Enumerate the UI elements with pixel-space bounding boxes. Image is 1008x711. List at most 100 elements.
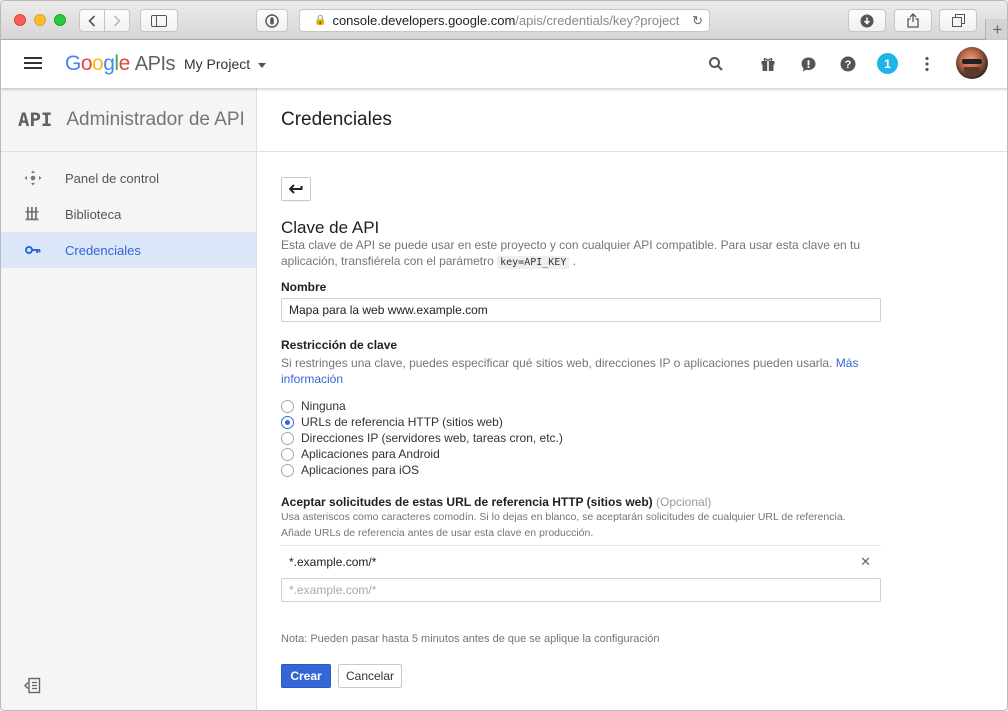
main-content: Credenciales Clave de API Esta clave de … xyxy=(257,88,1007,710)
name-field[interactable]: Mapa para la web www.example.com xyxy=(281,298,881,322)
plus-icon: + xyxy=(992,20,1003,39)
sidebar-item-credentials[interactable]: Credenciales xyxy=(1,232,256,268)
lock-icon: 🔒 xyxy=(314,15,327,26)
collapse-sidebar-icon[interactable] xyxy=(24,677,41,694)
key-icon xyxy=(24,242,42,258)
dashboard-icon xyxy=(24,170,42,186)
sidebar-toggle-button[interactable] xyxy=(140,9,178,32)
chevron-left-icon xyxy=(88,14,96,27)
download-icon xyxy=(860,14,874,27)
name-label: Nombre xyxy=(281,280,327,294)
logo-letter: e xyxy=(118,52,131,75)
arrow-back-icon xyxy=(289,184,303,194)
referrers-description: Usa asteriscos como caracteres comodín. … xyxy=(281,509,881,541)
logo-letter: o xyxy=(80,52,93,75)
radio-label: Direcciones IP (servidores web, tareas c… xyxy=(301,431,563,445)
referrers-desc-line: Añade URLs de referencia antes de usar e… xyxy=(281,527,594,539)
radio-http-referrers[interactable]: URLs de referencia HTTP (sitios web) xyxy=(281,414,503,430)
back-arrow-button[interactable] xyxy=(281,177,311,201)
downloads-button[interactable] xyxy=(848,9,886,32)
radio-button[interactable] xyxy=(281,399,294,413)
logo-letter: G xyxy=(65,52,81,75)
avatar-beard xyxy=(964,67,980,77)
more-vert-icon[interactable] xyxy=(917,54,937,74)
caret-down-icon xyxy=(258,62,267,68)
restriction-description: Si restringes una clave, puedes especifi… xyxy=(281,355,881,387)
section-description: Esta clave de API se puede usar en este … xyxy=(281,237,881,271)
radio-label: Ninguna xyxy=(301,399,346,413)
feedback-icon[interactable] xyxy=(798,54,818,74)
chevron-right-icon xyxy=(113,14,121,27)
search-icon[interactable] xyxy=(706,54,726,74)
url-host: console.developers.google.com xyxy=(332,13,516,28)
api-key-param: key=API_KEY xyxy=(497,256,570,269)
restriction-label: Restricción de clave xyxy=(281,338,398,352)
svg-text:?: ? xyxy=(845,59,852,71)
google-apis-logo[interactable]: Google APIs xyxy=(65,52,176,76)
config-note: Nota: Pueden pasar hasta 5 minutos antes… xyxy=(281,633,660,645)
share-icon xyxy=(907,13,919,28)
address-bar[interactable]: 🔒 console.developers.google.com/apis/cre… xyxy=(299,9,710,32)
gift-icon[interactable] xyxy=(758,54,778,74)
new-tab-button[interactable]: + xyxy=(985,19,1007,41)
sidebar-item-label: Biblioteca xyxy=(65,206,122,222)
description-end: . xyxy=(572,254,577,268)
sidebar: API Administrador de APIs Panel de contr… xyxy=(1,88,257,710)
radio-label: URLs de referencia HTTP (sitios web) xyxy=(301,415,503,429)
avatar[interactable] xyxy=(956,47,988,79)
radio-android-apps[interactable]: Aplicaciones para Android xyxy=(281,446,440,462)
url-path: /apis/credentials/key?project xyxy=(515,13,680,28)
new-referrer-input[interactable]: *.example.com/* xyxy=(281,578,881,602)
optional-tag: (Opcional) xyxy=(656,495,712,509)
referrers-label-text: Aceptar solicitudes de estas URL de refe… xyxy=(281,495,653,509)
reload-icon[interactable]: ↻ xyxy=(692,13,703,29)
minimize-window-button[interactable] xyxy=(34,14,46,26)
radio-button[interactable] xyxy=(281,431,294,445)
notification-badge[interactable]: 1 xyxy=(877,53,898,74)
radio-ios-apps[interactable]: Aplicaciones para iOS xyxy=(281,462,419,478)
logo-letter: o xyxy=(92,52,104,75)
radio-none[interactable]: Ninguna xyxy=(281,398,346,414)
radio-button-selected[interactable] xyxy=(281,415,294,429)
browser-window: 🔒 console.developers.google.com/apis/cre… xyxy=(0,0,1008,711)
logo-letter: g xyxy=(103,52,115,75)
radio-label: Aplicaciones para iOS xyxy=(301,463,420,477)
page-title: Credenciales xyxy=(257,88,1007,152)
privacy-report-button[interactable] xyxy=(256,9,288,32)
sidebar-title: Administrador de APIs xyxy=(66,108,244,130)
back-button[interactable] xyxy=(79,9,105,32)
sidebar-item-label: Credenciales xyxy=(65,242,141,258)
sidebar-item-library[interactable]: Biblioteca xyxy=(1,196,256,232)
forward-button[interactable] xyxy=(104,9,130,32)
radio-label: Aplicaciones para Android xyxy=(301,447,440,461)
app-header: Google APIs My Project ? 1 xyxy=(1,40,1007,88)
sidebar-item-dashboard[interactable]: Panel de control xyxy=(1,160,256,196)
referrers-desc-line: Usa asteriscos como caracteres comodín. … xyxy=(281,511,846,523)
library-icon xyxy=(24,206,42,222)
menu-icon[interactable] xyxy=(24,57,42,70)
cancel-button[interactable]: Cancelar xyxy=(338,664,402,688)
radio-ip-addresses[interactable]: Direcciones IP (servidores web, tareas c… xyxy=(281,430,563,446)
project-name: My Project xyxy=(184,56,251,72)
logo-suffix: APIs xyxy=(134,53,176,75)
sidebar-header: API Administrador de APIs xyxy=(1,88,256,152)
project-selector[interactable]: My Project xyxy=(184,56,267,72)
help-icon[interactable]: ? xyxy=(838,54,858,74)
sidebar-icon xyxy=(151,14,167,27)
api-logo-icon: API xyxy=(18,108,53,131)
tab-overview-button[interactable] xyxy=(939,9,977,32)
remove-referrer-icon[interactable]: ✕ xyxy=(860,554,871,570)
radio-button[interactable] xyxy=(281,447,294,461)
shield-icon xyxy=(265,13,279,28)
zoom-window-button[interactable] xyxy=(54,14,66,26)
referrer-entry: *.example.com/* ✕ xyxy=(281,545,881,577)
avatar-glasses xyxy=(962,59,982,64)
description-text: Esta clave de API se puede usar en este … xyxy=(281,238,861,268)
close-window-button[interactable] xyxy=(14,14,26,26)
create-button[interactable]: Crear xyxy=(281,664,331,688)
share-button[interactable] xyxy=(894,9,932,32)
referrer-value: *.example.com/* xyxy=(289,554,377,569)
sidebar-item-label: Panel de control xyxy=(65,170,159,186)
browser-toolbar: 🔒 console.developers.google.com/apis/cre… xyxy=(1,1,1007,41)
radio-button[interactable] xyxy=(281,463,294,477)
